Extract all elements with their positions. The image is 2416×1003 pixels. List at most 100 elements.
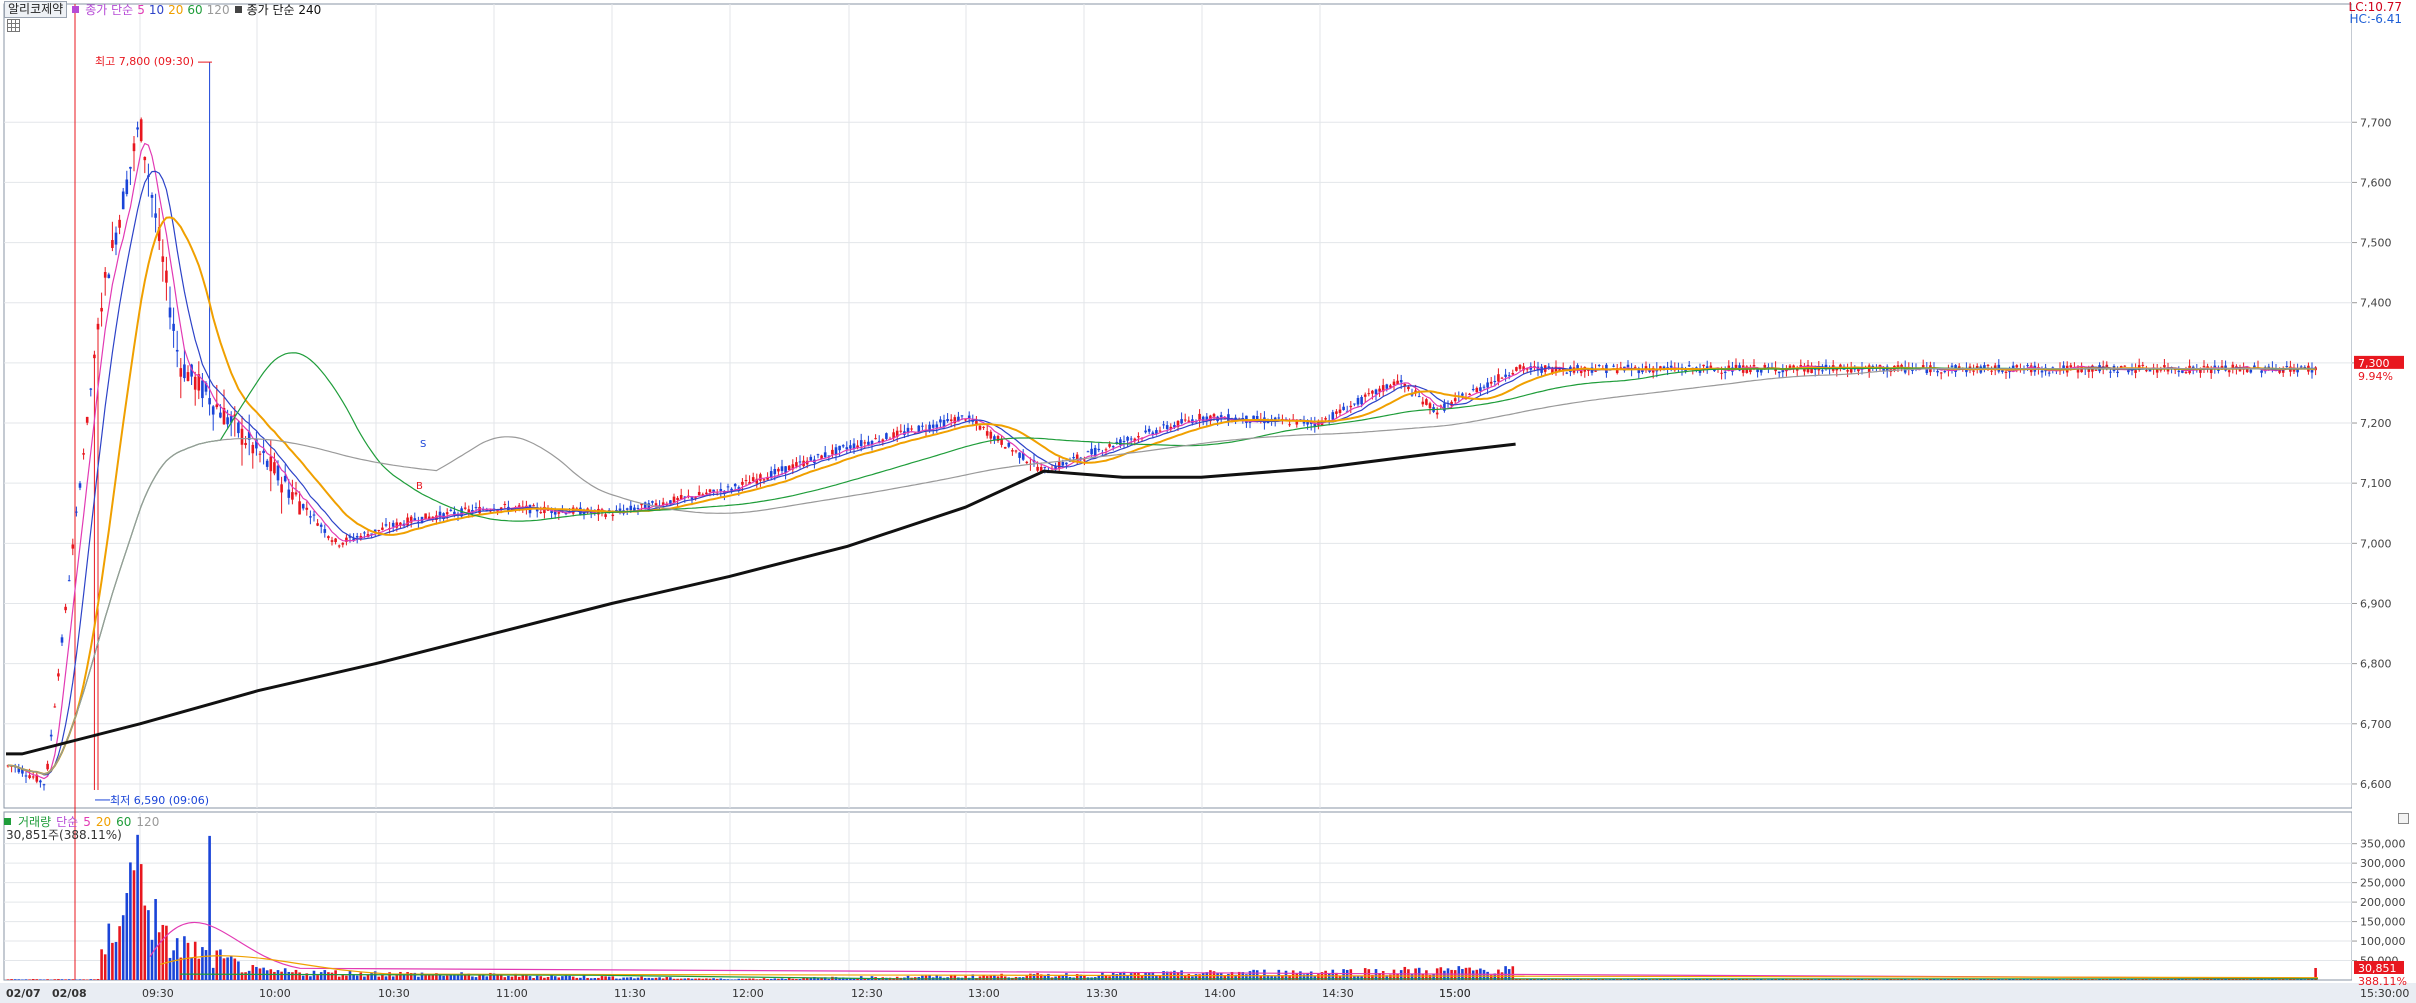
ma240-legend[interactable]: 종가 단순 240 (234, 1, 321, 18)
candle-body (2001, 370, 2004, 372)
volume-bar (755, 979, 759, 980)
buy-marker: B (416, 481, 423, 492)
candle-body (1435, 412, 1439, 415)
candle-body (762, 479, 766, 481)
candle-body (1212, 414, 1216, 417)
candle-body (406, 517, 409, 526)
price-tick-label: 7,600 (2360, 176, 2392, 189)
volume-bar (42, 979, 46, 980)
volume-bar (229, 956, 233, 980)
candle-body (129, 166, 132, 169)
candle-body (1752, 365, 1756, 367)
candle-body (741, 481, 744, 485)
volume-bar (719, 978, 723, 980)
candle-body (330, 540, 334, 542)
volume-bar (255, 966, 258, 980)
time-tick-label: 10:30 (378, 987, 410, 1000)
volume-bar (737, 978, 741, 980)
volume-bar (39, 979, 42, 980)
volume-bar (1767, 979, 1770, 980)
candle-body (1122, 441, 1126, 443)
candle-body (676, 497, 679, 500)
candle-body (312, 514, 316, 516)
volume-bar (1878, 979, 1882, 980)
candle-body (1507, 375, 1511, 377)
candle-body (1162, 424, 1165, 426)
candle-body (114, 232, 118, 245)
candle-body (816, 454, 820, 456)
volume-panel-collapse-icon[interactable] (2398, 813, 2409, 824)
candle-body (777, 468, 780, 472)
candle-body (273, 462, 276, 474)
candle-body (2260, 370, 2263, 373)
candle-body (172, 323, 175, 331)
candle-body (1104, 449, 1108, 451)
candle-body (107, 274, 111, 279)
volume-bar (647, 977, 651, 980)
candle-body (712, 489, 715, 492)
time-tick-label: 15:30:00 (2360, 987, 2409, 1000)
candle-body (1158, 430, 1162, 432)
candle-body (175, 349, 179, 352)
volume-bar (215, 950, 219, 980)
volume-bar (103, 954, 107, 980)
candle-body (276, 465, 280, 481)
price-tick-label: 6,700 (2360, 718, 2392, 731)
candle-body (2177, 370, 2181, 373)
candle-body (672, 496, 676, 503)
legend-swatch-icon (72, 6, 80, 13)
volume-bar (1003, 976, 1007, 980)
volume-bar (251, 965, 255, 980)
volume-bar (600, 976, 604, 980)
price-tick-label: 6,600 (2360, 778, 2392, 791)
volume-bar (1504, 966, 1507, 980)
legend-swatch-icon (4, 818, 11, 825)
candle-body (31, 776, 35, 778)
volume-bar (1893, 979, 1896, 980)
grid-toggle-icon[interactable] (7, 19, 20, 32)
candle-body (96, 323, 100, 330)
candle-body (244, 442, 247, 446)
price-chart-svg[interactable]: 7,700 7,600 7,500 7,400 7,300 7,200 7,100 7,000… (0, 0, 2416, 1003)
volume-bar (424, 975, 427, 980)
stock-name[interactable]: 알리코제약 (4, 1, 68, 18)
time-tick-label: 12:00 (732, 987, 764, 1000)
candle-body (629, 505, 633, 511)
candle-body (795, 462, 798, 467)
volume-bar (798, 979, 802, 980)
volume-bar (2001, 979, 2004, 980)
volume-bar (1813, 979, 1817, 980)
volume-tick-label: 150,000 (2360, 916, 2406, 929)
volume-bar (1799, 979, 1803, 980)
candle-body (1371, 390, 1374, 394)
candle-body (165, 270, 168, 283)
volume-bar (485, 976, 489, 980)
candle-body (237, 422, 240, 434)
volume-bar (1547, 979, 1551, 980)
volume-bar (1680, 979, 1684, 980)
volume-bar (1457, 966, 1461, 980)
candle-body (611, 514, 615, 517)
volume-bar (597, 977, 600, 980)
candle-body (283, 475, 287, 482)
candle-body (1335, 411, 1338, 414)
candle-body (463, 507, 467, 509)
volume-bar (445, 975, 449, 980)
volume-bar (237, 961, 240, 980)
candle-body (2069, 365, 2073, 368)
candle-body (211, 406, 215, 415)
candle-body (1036, 466, 1039, 471)
candle-body (1342, 406, 1345, 411)
volume-bar (615, 978, 618, 980)
volume-bar (399, 971, 402, 980)
candle-body (697, 491, 701, 496)
volume-bar (233, 958, 237, 980)
volume-bar (510, 976, 514, 980)
candle-body (949, 419, 953, 421)
ma-legend[interactable]: 종가 단순 5 10 20 60 120 (72, 1, 230, 18)
volume-ma-120: 120 (136, 814, 160, 829)
candle-body (946, 419, 949, 422)
candle-body (809, 456, 813, 461)
candle-body (705, 492, 708, 495)
volume-bar (1756, 979, 1759, 980)
